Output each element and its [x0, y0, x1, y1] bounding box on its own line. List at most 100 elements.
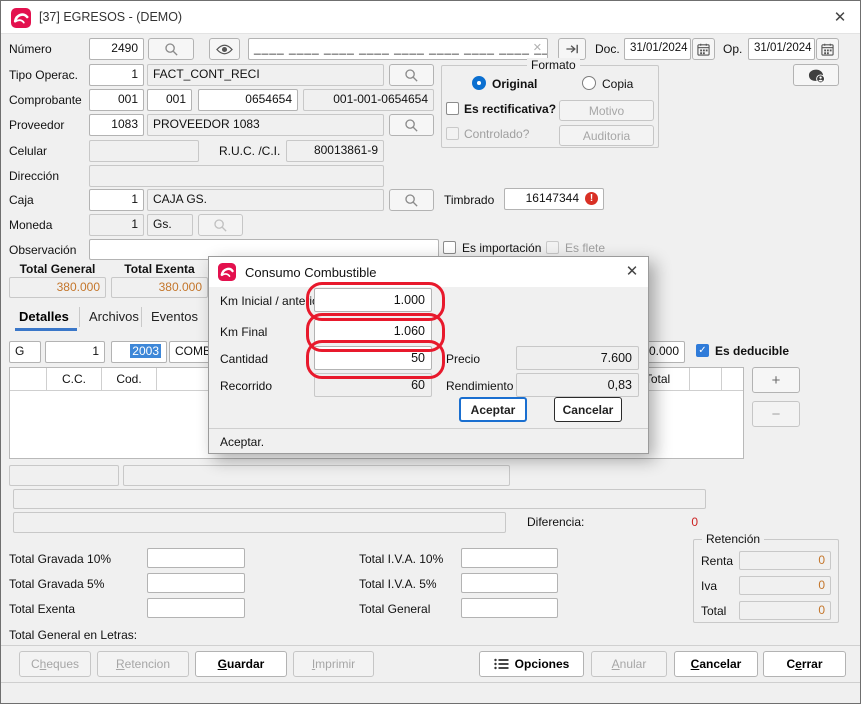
es-flete-checkbox [546, 241, 559, 254]
search-icon [404, 193, 419, 208]
es-flete-label: Es flete [565, 241, 605, 255]
formato-copia-radio[interactable] [582, 76, 596, 90]
app-logo-icon [11, 8, 31, 28]
es-importacion-checkbox[interactable] [443, 241, 456, 254]
tipo-operac-search-button[interactable] [389, 64, 434, 86]
total-general-field [461, 598, 558, 618]
moneda-code-field: 1 [89, 214, 144, 236]
tipo-operac-desc-field: FACT_CONT_RECI [147, 64, 384, 86]
logo-user-icon [806, 67, 827, 84]
total-gravada5-label: Total Gravada 5% [9, 577, 104, 591]
tab-archivos[interactable]: Archivos [89, 309, 139, 324]
numero-field[interactable]: 2490 [89, 38, 144, 60]
masked-code-field[interactable]: ____ ____ ____ ____ ____ ____ ____ ____ … [248, 38, 548, 60]
formato-legend: Formato [527, 58, 580, 72]
rectificativa-checkbox[interactable] [446, 102, 459, 115]
search-icon [404, 118, 419, 133]
retencion-legend: Retención [702, 532, 764, 546]
moneda-search-button [198, 214, 243, 236]
add-row-button[interactable]: + [752, 367, 800, 393]
cerrar-button[interactable]: Cerrar [763, 651, 846, 677]
go-button[interactable] [558, 38, 586, 60]
aux-field-1 [9, 465, 119, 486]
grid-header-cc: C.C. [47, 368, 102, 390]
total-gravada10-label: Total Gravada 10% [9, 552, 111, 566]
alert-icon: ! [585, 192, 598, 205]
caja-label: Caja [9, 193, 34, 207]
opciones-button[interactable]: Opciones [479, 651, 584, 677]
egresos-window: [37] EGRESOS - (DEMO) ✕ Número 2490 ____… [0, 0, 861, 704]
es-deducible-checkbox[interactable]: ✓ [696, 344, 709, 357]
guardar-button[interactable]: Guardar [195, 651, 287, 677]
dialog-cancelar-button[interactable]: Cancelar [554, 397, 622, 422]
km-inicial-label: Km Inicial / anterior [220, 294, 323, 308]
aux-field-long [13, 489, 706, 509]
diferencia-value: 0 [641, 515, 698, 529]
caja-name-field: CAJA GS. [147, 189, 384, 211]
proveedor-name-field: PROVEEDOR 1083 [147, 114, 384, 136]
formato-copia-label: Copia [602, 77, 633, 91]
detail-cantidad-field[interactable]: 1 [45, 341, 105, 363]
numero-label: Número [9, 42, 52, 56]
tab-eventos[interactable]: Eventos [151, 309, 198, 324]
search-icon [404, 68, 419, 83]
caja-search-button[interactable] [389, 189, 434, 211]
separator-line [1, 645, 860, 646]
tab-active-underline [15, 328, 77, 331]
proveedor-search-button[interactable] [389, 114, 434, 136]
km-inicial-field[interactable]: 1.000 [314, 288, 432, 312]
op-date-label: Op. [723, 42, 742, 56]
total-exenta-top-field: 380.000 [111, 277, 208, 298]
precio-label: Precio [446, 352, 480, 366]
total-general-label: Total General [359, 602, 430, 616]
total-iva10-label: Total I.V.A. 10% [359, 552, 443, 566]
remove-row-button: − [752, 401, 800, 427]
title-bar: [37] EGRESOS - (DEMO) ✕ [1, 1, 860, 34]
controlado-checkbox [446, 127, 459, 140]
grid-header-cod: Cod. [102, 368, 157, 390]
comprobante-field-3[interactable]: 0654654 [198, 89, 298, 111]
arrow-to-bar-icon [565, 43, 580, 55]
caja-code-field[interactable]: 1 [89, 189, 144, 211]
total-exenta-label: Total Exenta [9, 602, 75, 616]
auditoria-button: Auditoria [559, 125, 654, 146]
km-final-field[interactable]: 1.060 [314, 319, 432, 343]
aux-field-2 [123, 465, 510, 486]
timbrado-field[interactable]: 16147344 ! [504, 188, 604, 210]
tab-detalles[interactable]: Detalles [19, 309, 69, 324]
tab-divider [141, 307, 142, 327]
op-date-field[interactable]: 31/01/2024 [748, 38, 815, 60]
retencion-total-label: Total [701, 604, 726, 618]
rectificativa-label: Es rectificativa? [464, 102, 556, 116]
detail-tipo-field[interactable]: G [9, 341, 41, 363]
aux-field-3 [13, 512, 506, 533]
comprobante-field-1[interactable]: 001 [89, 89, 144, 111]
formato-original-radio[interactable] [472, 76, 486, 90]
preview-button[interactable] [209, 38, 240, 60]
doc-calendar-button[interactable] [692, 38, 715, 60]
dialog-close-button[interactable]: ✕ [621, 262, 643, 282]
grid-header-blank [722, 368, 743, 390]
cancelar-button[interactable]: Cancelar [674, 651, 758, 677]
op-calendar-button[interactable] [816, 38, 839, 60]
tipo-operac-code-field[interactable]: 1 [89, 64, 144, 86]
es-importacion-label: Es importación [462, 241, 541, 255]
search-icon [164, 42, 179, 57]
status-bar-divider [1, 682, 860, 683]
numero-search-button[interactable] [148, 38, 194, 60]
dialog-aceptar-button[interactable]: Aceptar [459, 397, 527, 422]
km-final-label: Km Final [220, 325, 267, 339]
cantidad-label: Cantidad [220, 352, 268, 366]
proveedor-code-field[interactable]: 1083 [89, 114, 144, 136]
clear-icon[interactable]: ✕ [533, 39, 542, 58]
celular-field [89, 140, 199, 162]
user-logo-button[interactable] [793, 64, 839, 86]
comprobante-field-2[interactable]: 001 [147, 89, 192, 111]
retencion-iva-field: 0 [739, 576, 831, 595]
cheques-button: Cheques [19, 651, 91, 677]
window-close-button[interactable]: ✕ [829, 8, 851, 28]
cantidad-field[interactable]: 50 [314, 346, 432, 370]
doc-date-field[interactable]: 31/01/2024 [624, 38, 691, 60]
dialog-title: Consumo Combustible [245, 265, 377, 280]
detail-codigo-field[interactable]: 2003 [111, 341, 167, 363]
